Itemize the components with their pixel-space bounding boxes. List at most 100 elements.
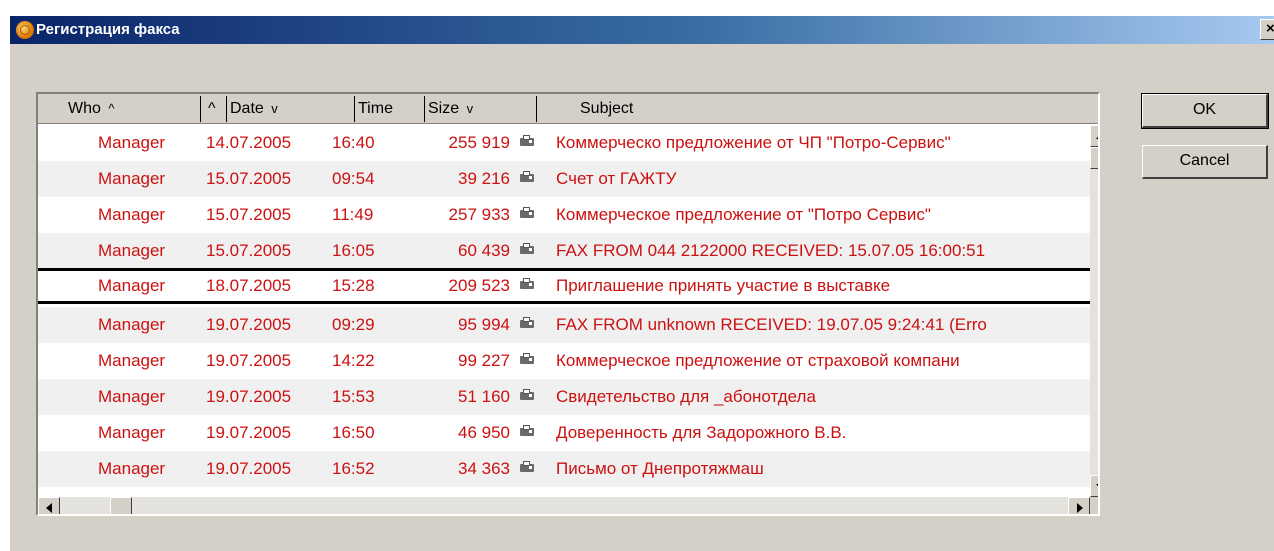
column-header-who-label: Who (68, 100, 101, 117)
sort-down-icon: v (466, 101, 474, 116)
column-divider[interactable] (354, 96, 355, 122)
table-row[interactable]: Manager 15.07.2005 16:05 60 439 FAX FROM 044… (38, 233, 1090, 269)
cell-date: 19.07.2005 (206, 387, 292, 406)
cell-who: Manager (98, 387, 166, 406)
fax-icon (520, 278, 534, 289)
fax-icon (520, 135, 534, 146)
cell-subject: Приглашение принять участие в выставке (556, 276, 891, 295)
cell-date: 19.07.2005 (206, 423, 292, 442)
cell-size: 60 439 (458, 241, 510, 260)
table-row[interactable]: Manager 19.07.2005 14:22 99 227 Коммерческое… (38, 343, 1090, 379)
cell-time: 15:53 (332, 387, 375, 406)
grid-rows: Manager 14.07.2005 16:40 255 919 Коммерческо… (38, 125, 1090, 497)
column-divider[interactable] (226, 96, 227, 122)
cell-time: 16:52 (332, 459, 375, 478)
cell-who: Manager (98, 423, 166, 442)
cell-date: 19.07.2005 (206, 351, 292, 370)
column-header-date-label: Date (230, 100, 264, 117)
ok-button[interactable]: OK (1141, 93, 1269, 129)
window-title: Регистрация факса (36, 21, 180, 38)
sort-down-icon: v (271, 101, 278, 116)
table-row[interactable]: Manager 18.07.2005 15:28 209 523 Приглашение… (38, 268, 1090, 304)
fax-icon (520, 243, 534, 254)
cell-date: 15.07.2005 (206, 241, 292, 260)
cell-time: 16:40 (332, 133, 375, 152)
arrow-left-icon (46, 503, 52, 513)
cell-size: 257 933 (448, 205, 510, 224)
cell-subject: Коммерческое предложение от "Потро Серви… (556, 205, 931, 224)
cell-date: 19.07.2005 (206, 459, 292, 478)
horizontal-scroll-thumb[interactable] (110, 497, 132, 514)
cell-who: Manager (98, 315, 166, 334)
column-header-who[interactable]: Who ^ (68, 100, 114, 118)
app-icon (16, 21, 34, 39)
horizontal-scrollbar[interactable] (38, 497, 1090, 514)
cell-size: 39 216 (458, 169, 510, 188)
close-button[interactable]: × (1260, 19, 1274, 40)
cell-date: 18.07.2005 (206, 276, 292, 295)
scroll-right-button[interactable] (1068, 497, 1090, 514)
cell-who: Manager (98, 351, 166, 370)
cell-date: 15.07.2005 (206, 205, 292, 224)
cell-subject: Доверенность для Задорожного В.В. (556, 423, 847, 442)
fax-registration-dialog: Регистрация факса × Who ^ ^ Date v Time … (10, 16, 1274, 551)
cell-date: 19.07.2005 (206, 315, 292, 334)
cell-subject: Счет от ГАЖТУ (556, 169, 677, 188)
column-header-size[interactable]: Size v (428, 100, 473, 118)
cell-size: 34 363 (458, 459, 510, 478)
cell-who: Manager (98, 276, 166, 295)
table-row[interactable]: Manager 15.07.2005 09:54 39 216 Счет от ГАЖТ… (38, 161, 1090, 197)
cell-subject: Коммерческо предложение от ЧП "Потро-Сер… (556, 133, 951, 152)
cell-date: 15.07.2005 (206, 169, 292, 188)
fax-icon (520, 461, 534, 472)
table-row[interactable]: Manager 19.07.2005 16:52 34 363 Письмо от Дн… (38, 451, 1090, 487)
column-divider[interactable] (200, 96, 201, 122)
fax-icon (520, 317, 534, 328)
column-header-date[interactable]: Date v (230, 100, 278, 118)
cell-time: 16:50 (332, 423, 375, 442)
cell-time: 09:29 (332, 315, 375, 334)
cell-size: 95 994 (458, 315, 510, 334)
cell-size: 99 227 (458, 351, 510, 370)
cell-size: 51 160 (458, 387, 510, 406)
sort-up-icon: ^ (108, 101, 115, 116)
cancel-button[interactable]: Cancel (1142, 145, 1268, 179)
cell-time: 15:28 (332, 276, 375, 295)
cell-time: 09:54 (332, 169, 375, 188)
cell-who: Manager (98, 169, 166, 188)
table-row[interactable]: Manager 19.07.2005 09:29 95 994 FAX FROM unk… (38, 307, 1090, 343)
cell-who: Manager (98, 241, 166, 260)
scroll-left-button[interactable] (38, 497, 60, 514)
title-bar[interactable]: Регистрация факса × (10, 16, 1274, 44)
table-row[interactable]: Manager 19.07.2005 15:53 51 160 Свидетельств… (38, 379, 1090, 415)
fax-icon (520, 353, 534, 364)
cell-who: Manager (98, 459, 166, 478)
arrow-up-icon (1096, 133, 1098, 139)
scroll-down-button[interactable] (1090, 475, 1098, 497)
cell-date: 14.07.2005 (206, 133, 292, 152)
cell-time: 11:49 (332, 205, 374, 224)
table-row[interactable]: Manager 14.07.2005 16:40 255 919 Коммерческо… (38, 125, 1090, 161)
arrow-right-icon (1077, 503, 1083, 513)
sort-up-icon: ^ (208, 100, 216, 117)
cell-subject: Свидетельство для _абонотдела (556, 387, 816, 406)
cell-subject: FAX FROM 044 2122000 RECEIVED: 15.07.05 … (556, 241, 986, 260)
fax-icon (520, 389, 534, 400)
fax-list-grid[interactable]: Who ^ ^ Date v Time Size v Subject Manag… (36, 92, 1100, 516)
table-row[interactable]: Manager 19.07.2005 16:50 46 950 Доверенность… (38, 415, 1090, 451)
cell-who: Manager (98, 205, 166, 224)
table-row[interactable]: Manager 15.07.2005 11:49 257 933 Коммерческо… (38, 197, 1090, 233)
column-header-time[interactable]: Time (358, 100, 393, 118)
column-divider[interactable] (424, 96, 425, 122)
scroll-up-button[interactable] (1090, 125, 1098, 147)
cell-time: 14:22 (332, 351, 375, 370)
column-divider[interactable] (536, 96, 537, 122)
cell-subject: Коммерческое предложение от страховой ко… (556, 351, 960, 370)
vertical-scroll-thumb[interactable] (1090, 147, 1098, 169)
cell-who: Manager (98, 133, 166, 152)
cell-subject: Письмо от Днепротяжмаш (556, 459, 764, 478)
grid-header: Who ^ ^ Date v Time Size v Subject (38, 94, 1098, 124)
column-header-subject[interactable]: Subject (580, 100, 633, 118)
fax-icon (520, 425, 534, 436)
vertical-scrollbar[interactable] (1090, 125, 1098, 497)
